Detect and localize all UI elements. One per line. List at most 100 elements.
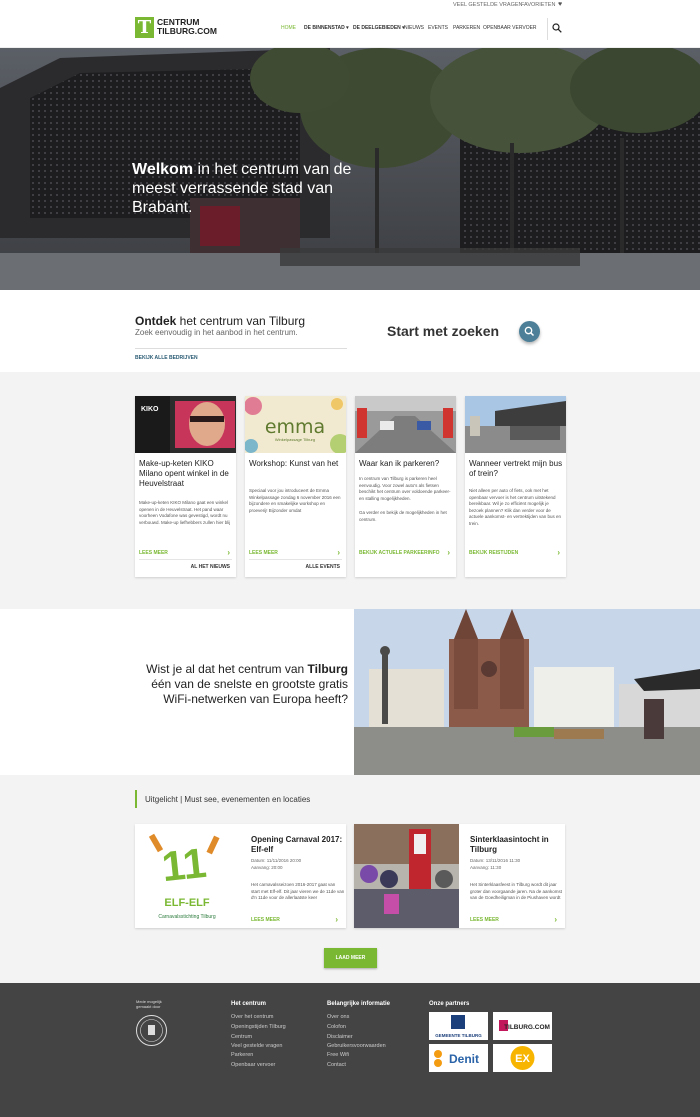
read-more-link[interactable]: LEES MEER xyxy=(470,917,499,923)
card-text: Niet alleen per auto of fiets, ook met h… xyxy=(469,488,562,526)
footer-link[interactable]: Centrum xyxy=(231,1034,252,1040)
nav-divider xyxy=(547,18,548,40)
nav-events[interactable]: EVENTS xyxy=(428,25,448,31)
heart-icon[interactable]: ♥ xyxy=(558,1,562,8)
nav-nieuws[interactable]: NIEUWS xyxy=(404,25,424,31)
read-more-link[interactable]: LEES MEER xyxy=(139,550,168,556)
event-date: Datum: 13/11/2016 11:30 Aanvang: 11:30 xyxy=(470,858,521,870)
start-search-label: Start met zoeken xyxy=(387,323,500,339)
footer-col-title: Onze partners xyxy=(429,1001,470,1007)
divider xyxy=(135,348,347,349)
all-events-link[interactable]: ALLE EVENTS xyxy=(306,564,340,570)
chevron-right-icon[interactable]: › xyxy=(335,915,338,924)
chevron-right-icon[interactable]: › xyxy=(554,915,557,924)
svg-text:KIKO: KIKO xyxy=(141,406,159,413)
chevron-right-icon[interactable]: › xyxy=(557,548,560,557)
card-title[interactable]: Workshop: Kunst van het xyxy=(249,459,344,469)
logo-icon[interactable]: T xyxy=(135,17,154,38)
card-image xyxy=(355,396,456,453)
svg-text:ELF-ELF: ELF-ELF xyxy=(164,897,209,909)
card-title[interactable]: Waar kan ik parkeren? xyxy=(359,459,454,469)
nav-ov[interactable]: OPENBAAR VERVOER xyxy=(483,25,537,31)
event-desc: Het Sinterklaasfeest in Tilburg wordt di… xyxy=(470,882,563,900)
parking-card[interactable]: Waar kan ik parkeren? In centrum van Til… xyxy=(355,396,456,577)
church-square-image xyxy=(354,609,700,775)
nav-parkeren[interactable]: PARKEREN xyxy=(453,25,480,31)
card-image: emma Winkelpassage Tilburg xyxy=(245,396,346,453)
event-title[interactable]: Sinterklaasintocht in Tilburg xyxy=(470,835,562,855)
card-text: Speciaal voor jou introduceert de Emma W… xyxy=(249,488,341,513)
card-text-2: Ga verder en bekijk de mogelijkheden in … xyxy=(359,510,447,522)
card-title[interactable]: Wanneer vertrekt mijn bus of trein? xyxy=(469,459,564,479)
partner-gemeente-logo[interactable]: GEMEENTE TILBURG xyxy=(429,1012,488,1040)
chevron-right-icon[interactable]: › xyxy=(337,548,340,557)
nav-home[interactable]: HOME xyxy=(281,25,296,31)
footer-link[interactable]: Openingstijden Tilburg xyxy=(231,1024,286,1030)
travel-times-link[interactable]: BEKIJK REISTIJDEN xyxy=(469,550,518,556)
footer-link[interactable]: Contact xyxy=(327,1062,346,1068)
chevron-right-icon[interactable]: › xyxy=(447,548,450,557)
parking-info-link[interactable]: BEKIJK ACTUELE PARKEERINFO xyxy=(359,550,440,556)
footer-link[interactable]: Disclaimer xyxy=(327,1034,353,1040)
header: T CENTRUM TILBURG.COM HOME DE BINNENSTAD… xyxy=(0,10,700,48)
event-image xyxy=(354,824,459,928)
card-title[interactable]: Make-up-keten KIKO Milano opent winkel i… xyxy=(139,459,234,489)
top-bar: VEEL GESTELDE VRAGEN FAVORIETEN ♥ xyxy=(0,0,700,10)
search-icon xyxy=(524,326,535,337)
svg-text:Carnavalsstichting Tilburg: Carnavalsstichting Tilburg xyxy=(158,914,215,920)
featured-title: Uitgelicht | Must see, evenementen en lo… xyxy=(145,795,311,804)
read-more-link[interactable]: LEES MEER xyxy=(251,917,280,923)
nav-deelgebieden[interactable]: DE DEELGEBIEDEN ▾ xyxy=(353,25,405,31)
discover-title: Ontdek het centrum van Tilburg xyxy=(135,314,306,328)
all-news-link[interactable]: AL HET NIEUWS xyxy=(191,564,230,570)
cards-section xyxy=(0,372,700,609)
footer-col-title: Het centrum xyxy=(231,1001,267,1007)
svg-text:GEMEENTE TILBURG: GEMEENTE TILBURG xyxy=(435,1033,482,1038)
partner-denit-logo[interactable]: Denit xyxy=(429,1044,488,1072)
divider xyxy=(139,559,232,560)
svg-text:Denit: Denit xyxy=(449,1052,479,1066)
svg-text:emma: emma xyxy=(265,416,325,438)
event-desc: Het carnavalsseizoen 2016-2017 gaat van … xyxy=(251,882,345,900)
search-icon[interactable] xyxy=(552,23,562,33)
partner-ex-logo[interactable]: EX xyxy=(493,1044,552,1072)
news-card[interactable]: KIKO Make-up-keten KIKO Milano opent win… xyxy=(135,396,236,577)
card-image: KIKO xyxy=(135,396,236,453)
event-image: 11 ELF-ELF Carnavalsstichting Tilburg xyxy=(135,824,240,928)
event-date: Datum: 11/11/2016 20:00 Aanvang: 20:00 xyxy=(251,858,302,870)
footer-link[interactable]: Veel gestelde vragen xyxy=(231,1043,282,1049)
made-possible-label: Mede mogelijk gemaakt door xyxy=(136,999,162,1009)
footer-link[interactable]: Gebruikersvoorwaarden xyxy=(327,1043,386,1049)
card-text: In centrum van Tilburg is parkeren heel … xyxy=(359,476,451,501)
seal-icon xyxy=(136,1015,167,1046)
load-more-button[interactable]: LAAD MEER xyxy=(324,948,377,968)
svg-text:Winkelpassage Tilburg: Winkelpassage Tilburg xyxy=(275,437,315,442)
read-more-link[interactable]: LEES MEER xyxy=(249,550,278,556)
partner-tilburgcom-logo[interactable]: TILBURG.COM xyxy=(493,1012,552,1040)
hero-banner: Welkom in het centrum van de meest verra… xyxy=(0,48,700,290)
favorites-link[interactable]: FAVORIETEN xyxy=(521,2,555,8)
search-button[interactable] xyxy=(519,321,540,342)
svg-text:11: 11 xyxy=(159,839,208,890)
faq-link[interactable]: VEEL GESTELDE VRAGEN xyxy=(453,2,523,8)
footer-link[interactable]: Free Wifi xyxy=(327,1052,349,1058)
all-companies-link[interactable]: BEKIJK ALLE BEDRIJVEN xyxy=(135,355,198,361)
footer-link[interactable]: Colofon xyxy=(327,1024,346,1030)
wifi-promo-text: Wist je al dat het centrum van Tilburg é… xyxy=(146,662,348,706)
event-title[interactable]: Opening Carnaval 2017: Elf-elf xyxy=(251,835,343,855)
nav-binnenstad[interactable]: DE BINNENSTAD ▾ xyxy=(304,25,349,31)
logo-text[interactable]: CENTRUM TILBURG.COM xyxy=(157,18,217,36)
svg-text:EX: EX xyxy=(515,1053,530,1065)
footer-link[interactable]: Openbaar vervoer xyxy=(231,1062,275,1068)
footer-link[interactable]: Over het centrum xyxy=(231,1014,274,1020)
discover-subtitle: Zoek eenvoudig in het aanbod in het cent… xyxy=(135,328,298,337)
chevron-right-icon[interactable]: › xyxy=(227,548,230,557)
footer-link[interactable]: Parkeren xyxy=(231,1052,253,1058)
footer-link[interactable]: Over ons xyxy=(327,1014,349,1020)
accent-bar xyxy=(135,790,137,808)
event-card[interactable]: emma Winkelpassage Tilburg Workshop: Kun… xyxy=(245,396,346,577)
transport-card[interactable]: Wanneer vertrekt mijn bus of trein? Niet… xyxy=(465,396,566,577)
event-card[interactable]: 11 ELF-ELF Carnavalsstichting Tilburg Op… xyxy=(135,824,346,928)
divider xyxy=(249,559,342,560)
event-card[interactable]: Sinterklaasintocht in Tilburg Datum: 13/… xyxy=(354,824,565,928)
